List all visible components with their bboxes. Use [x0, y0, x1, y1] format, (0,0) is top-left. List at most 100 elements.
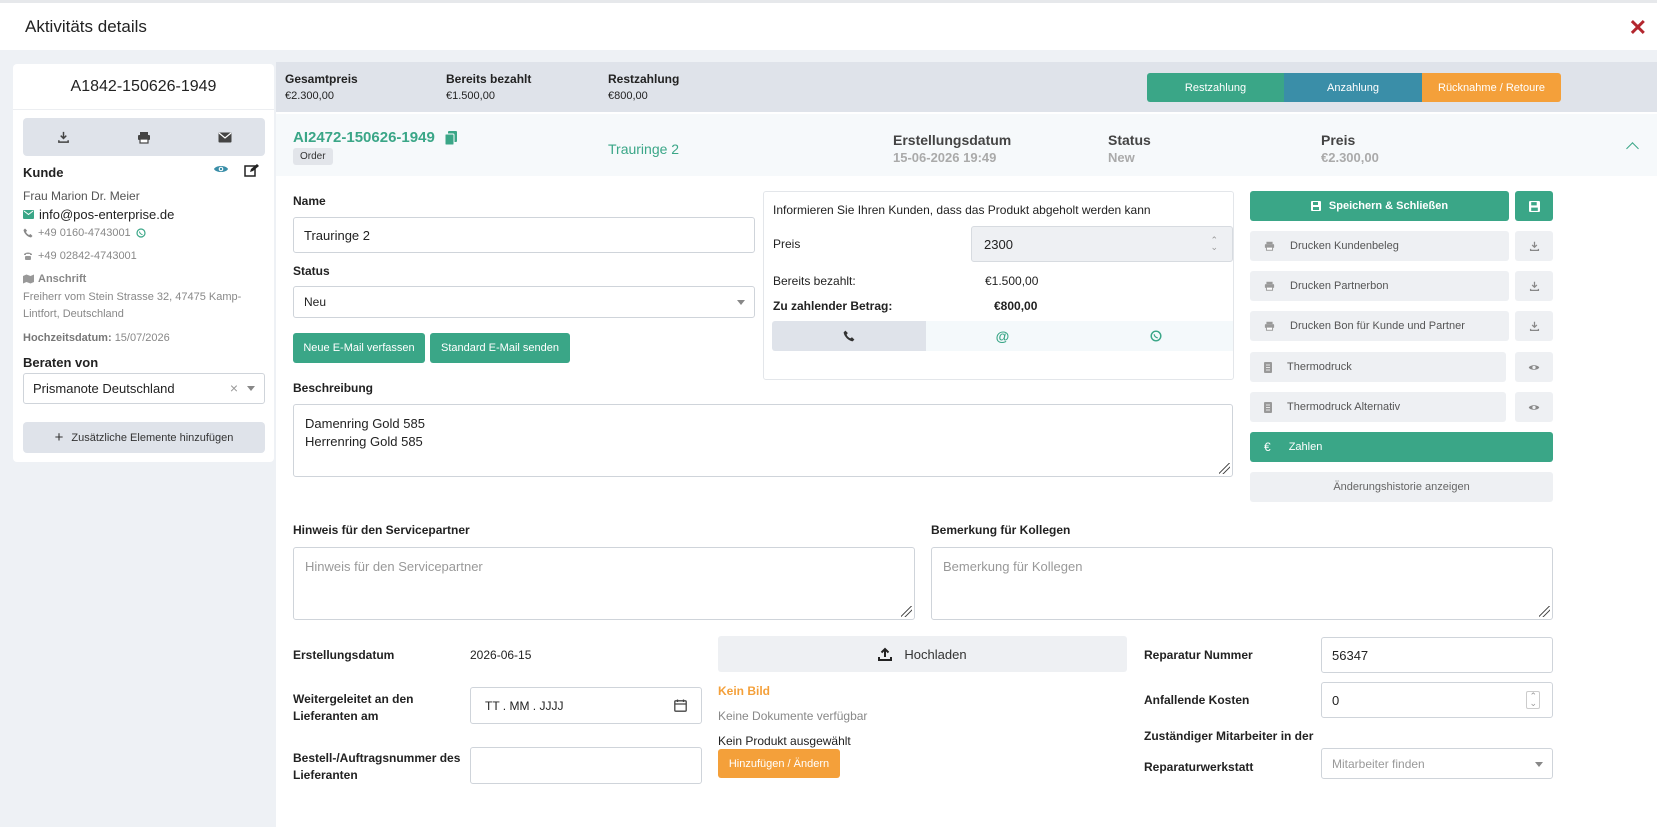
payment-summary: Gesamtpreis €2.300,00 Bereits bezahlt €1…: [276, 62, 1657, 112]
eye-icon: [1528, 364, 1540, 370]
download-icon: [1529, 321, 1539, 331]
price-input[interactable]: 2300 ⌃ ⌄: [971, 226, 1233, 262]
advised-by-select[interactable]: Prismanote Deutschland ×: [23, 373, 265, 404]
upload-button[interactable]: Hochladen: [718, 636, 1127, 672]
order-product: Trauringe 2: [608, 141, 680, 157]
no-documents-text: Keine Dokumente verfügbar: [718, 709, 868, 723]
download-both-button[interactable]: [1515, 311, 1553, 341]
close-icon[interactable]: ✕: [1629, 15, 1647, 41]
email-button[interactable]: [184, 118, 265, 156]
notify-whatsapp-button[interactable]: [1079, 321, 1234, 351]
employee-search-select[interactable]: Mitarbeiter finden: [1321, 748, 1553, 779]
print-customer-receipt-button[interactable]: Drucken Kundenbeleg: [1250, 231, 1509, 261]
add-change-product-button[interactable]: Hinzufügen / Ändern: [718, 749, 840, 778]
print-partner-button[interactable]: Drucken Partnerbon: [1250, 271, 1509, 301]
created-date-label: Erstellungsdatum: [293, 648, 395, 662]
employee-label: Zuständiger Mitarbeiter in der: [1144, 729, 1314, 743]
pickup-info-text: Informieren Sie Ihren Kunden, dass das P…: [773, 203, 1151, 217]
resize-handle-icon[interactable]: [1539, 606, 1550, 617]
print-icon: [1264, 321, 1275, 331]
whatsapp-icon: [1150, 330, 1162, 342]
map-icon: [23, 274, 34, 284]
colleague-note-textarea[interactable]: Bemerkung für Kollegen: [931, 547, 1553, 620]
download-icon: [57, 131, 69, 143]
euro-icon: €: [1264, 440, 1271, 454]
download-partner-button[interactable]: [1515, 271, 1553, 301]
name-input[interactable]: Trauringe 2: [293, 217, 755, 253]
standard-email-button[interactable]: Standard E-Mail senden: [430, 333, 570, 363]
customer-email[interactable]: info@pos-enterprise.de: [39, 207, 174, 222]
edit-icon[interactable]: [244, 163, 259, 181]
add-elements-button[interactable]: + Zusätzliche Elemente hinzufügen: [23, 422, 265, 453]
phone-icon: [23, 228, 33, 238]
pay-button[interactable]: € Zahlen: [1250, 432, 1553, 462]
partner-note-textarea[interactable]: Hinweis für den Servicepartner: [293, 547, 915, 620]
eye-icon: [1528, 404, 1540, 410]
customer-email-row: info@pos-enterprise.de: [23, 207, 174, 222]
thermo-preview-button[interactable]: [1515, 352, 1553, 382]
thermo-print-button[interactable]: Thermodruck: [1250, 352, 1506, 382]
chevron-down-icon: [247, 386, 255, 391]
restzahlung-button[interactable]: Restzahlung: [1147, 73, 1284, 102]
download-icon: [1529, 241, 1539, 251]
order-id: AI2472-150626-1949: [293, 129, 457, 146]
clear-icon[interactable]: ×: [230, 380, 238, 396]
envelope-icon: [218, 132, 232, 142]
activity-reference: A1842-150626-1949: [13, 64, 274, 110]
download-customer-receipt-button[interactable]: [1515, 231, 1553, 261]
whatsapp-icon[interactable]: [136, 228, 146, 238]
forwarded-date-label: Weitergeleitet an den Lieferanten am: [293, 692, 414, 723]
stepper-icon[interactable]: ⌃ ⌄: [1526, 691, 1540, 709]
order-number-input[interactable]: [470, 747, 702, 784]
print-icon: [1264, 241, 1275, 251]
calendar-icon[interactable]: [674, 699, 687, 712]
resize-handle-icon[interactable]: [901, 606, 912, 617]
download-button[interactable]: [23, 118, 104, 156]
receipt-icon: [1264, 401, 1272, 413]
floppy-icon: [1310, 201, 1321, 211]
print-icon: [1264, 281, 1275, 291]
stepper-icon[interactable]: ⌃ ⌄: [1210, 236, 1218, 252]
eye-icon[interactable]: [213, 163, 229, 178]
colleague-note-label: Bemerkung für Kollegen: [931, 523, 1071, 537]
notify-email-button[interactable]: @: [925, 321, 1080, 351]
status-label: Status: [293, 264, 330, 278]
phone-icon: [843, 330, 855, 342]
title-bar: Aktivitäts details ✕: [0, 0, 1657, 50]
print-button[interactable]: [104, 118, 185, 156]
print-both-button[interactable]: Drucken Bon für Kunde und Partner: [1250, 311, 1509, 341]
resize-handle-icon[interactable]: [1219, 463, 1230, 474]
repair-number-input[interactable]: 56347: [1321, 637, 1553, 673]
thermo-alt-print-button[interactable]: Thermodruck Alternativ: [1250, 392, 1506, 422]
change-history-button[interactable]: Änderungshistorie anzeigen: [1250, 472, 1553, 502]
notify-phone-button[interactable]: [772, 321, 926, 351]
amount-due-value: €800,00: [994, 299, 1038, 313]
repair-number-label: Reparatur Nummer: [1144, 648, 1253, 662]
anzahlung-button[interactable]: Anzahlung: [1284, 73, 1422, 102]
description-textarea[interactable]: Damenring Gold 585 Herrenring Gold 585: [293, 404, 1233, 477]
customer-address: Freiherr vom Stein Strasse 32, 47475 Kam…: [23, 291, 242, 320]
save-close-button[interactable]: Speichern & Schließen: [1250, 191, 1509, 221]
thermo-alt-preview-button[interactable]: [1515, 392, 1553, 422]
already-paid-label: Bereits bezahlt:: [773, 274, 856, 288]
order-header[interactable]: AI2472-150626-1949 Order Trauringe 2 Ers…: [276, 114, 1657, 176]
costs-input[interactable]: 0 ⌃ ⌄: [1321, 682, 1553, 718]
order-number-label: Bestell-/Auftragsnummer des Lieferanten: [293, 751, 461, 782]
description-label: Beschreibung: [293, 381, 374, 395]
plus-icon: +: [54, 429, 64, 446]
no-product-text: Kein Produkt ausgewählt: [718, 734, 851, 748]
retoure-button[interactable]: Rücknahme / Retoure: [1422, 73, 1561, 102]
payment-button-group: Restzahlung Anzahlung Rücknahme / Retour…: [1147, 73, 1561, 102]
summary-total: Gesamtpreis €2.300,00: [285, 72, 358, 102]
status-select[interactable]: Neu: [293, 286, 755, 318]
customer-phone-mobile[interactable]: +49 0160-4743001: [38, 227, 131, 239]
save-button[interactable]: [1515, 191, 1553, 221]
new-email-button[interactable]: Neue E-Mail verfassen: [293, 333, 425, 363]
forwarded-date-input[interactable]: TT . MM . JJJJ: [470, 687, 702, 724]
order-price: Preis €2.300,00: [1321, 132, 1379, 165]
order-created: Erstellungsdatum 15-06-2026 19:49: [893, 132, 1012, 165]
copy-icon[interactable]: [444, 130, 457, 145]
chevron-up-icon[interactable]: [1626, 142, 1639, 155]
order-type-badge: Order: [293, 148, 333, 165]
customer-phone-landline[interactable]: +49 02842-4743001: [38, 250, 137, 262]
